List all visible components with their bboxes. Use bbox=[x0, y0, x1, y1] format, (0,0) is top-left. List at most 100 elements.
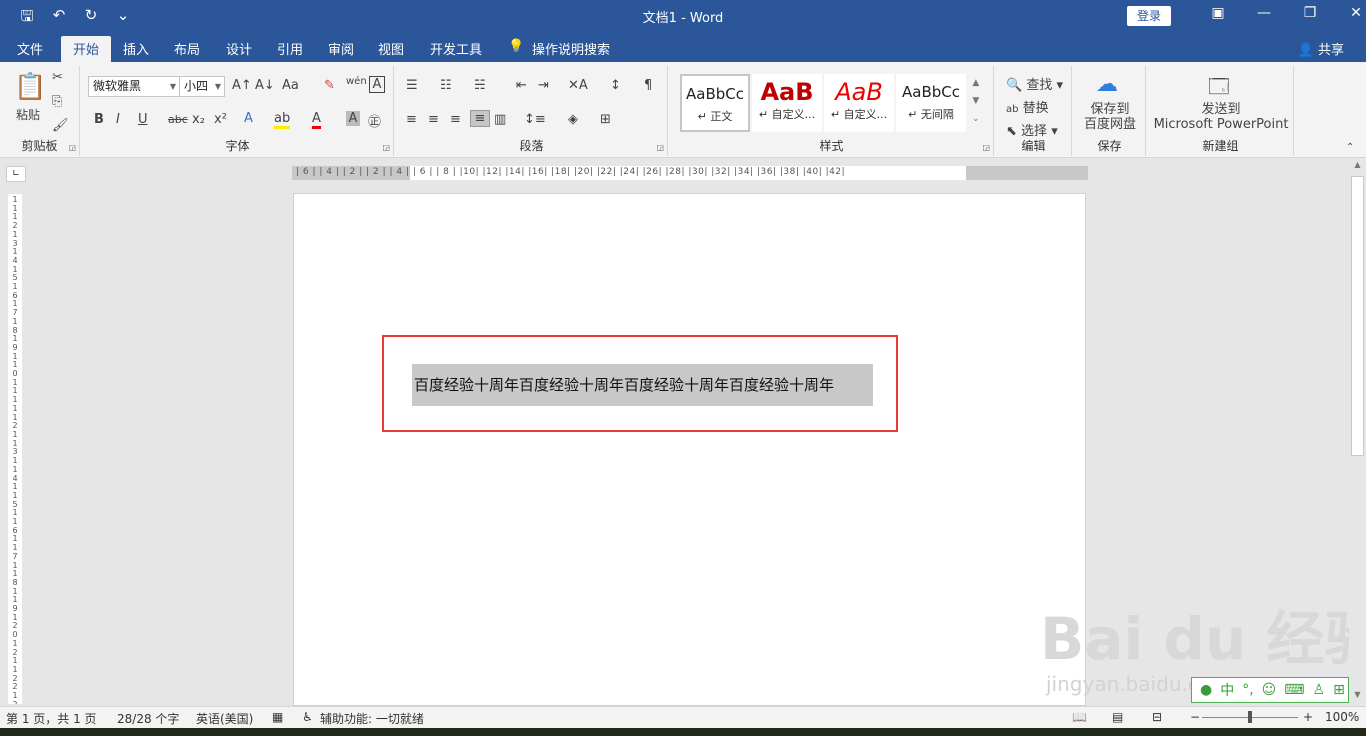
tab-view[interactable]: 视图 bbox=[378, 39, 404, 58]
tab-home[interactable]: 开始 bbox=[61, 36, 112, 62]
scroll-down-icon[interactable]: ▼ bbox=[1349, 690, 1366, 699]
horizontal-ruler[interactable]: | 6 | | 4 | | 2 | | 2 | | 4 | | 6 | | 8 … bbox=[292, 166, 1088, 180]
ime-punct-icon[interactable]: °, bbox=[1242, 682, 1253, 698]
close-icon[interactable]: ✕ bbox=[1333, 5, 1366, 21]
tab-file[interactable]: 文件 bbox=[17, 39, 43, 58]
borders-icon[interactable]: ⊞ bbox=[600, 112, 611, 127]
bullets-icon[interactable]: ☰ bbox=[406, 78, 418, 93]
zoom-out-icon[interactable]: − bbox=[1190, 710, 1200, 724]
paste-icon[interactable]: 📋 bbox=[14, 72, 46, 102]
increase-indent-icon[interactable]: ⇥ bbox=[538, 78, 549, 93]
find-button[interactable]: 🔍 查找 ▾ bbox=[1006, 74, 1063, 93]
status-accessibility[interactable]: 辅助功能: 一切就绪 bbox=[320, 710, 424, 727]
scroll-thumb[interactable] bbox=[1351, 176, 1364, 456]
grow-font-icon[interactable]: A↑ bbox=[232, 78, 252, 93]
status-page[interactable]: 第 1 页，共 1 页 bbox=[6, 710, 97, 727]
ime-smile-icon[interactable]: ☺ bbox=[1262, 682, 1277, 698]
phonetic-guide-icon[interactable]: wén bbox=[346, 76, 367, 87]
macro-record-icon[interactable]: ▦ bbox=[272, 710, 283, 724]
chinese-layout-icon[interactable]: ✕A bbox=[568, 78, 588, 93]
shading-icon[interactable]: ◈ bbox=[568, 112, 578, 127]
decrease-indent-icon[interactable]: ⇤ bbox=[516, 78, 527, 93]
dialog-launcher-icon[interactable]: ◲ bbox=[982, 143, 990, 152]
italic-icon[interactable]: I bbox=[116, 112, 120, 127]
subscript-icon[interactable]: x₂ bbox=[192, 112, 205, 127]
status-words[interactable]: 28/28 个字 bbox=[117, 710, 179, 727]
replace-button[interactable]: ab 替换 bbox=[1006, 97, 1049, 116]
maximize-icon[interactable]: ❐ bbox=[1287, 5, 1333, 21]
ime-user-icon[interactable]: ♙ bbox=[1313, 682, 1326, 698]
show-marks-icon[interactable]: ¶ bbox=[644, 78, 652, 93]
font-name-combo[interactable]: 微软雅黑 ▼ bbox=[88, 76, 180, 97]
tab-references[interactable]: 引用 bbox=[277, 39, 303, 58]
font-size-combo[interactable]: 小四 ▼ bbox=[179, 76, 225, 97]
paste-button[interactable]: 粘贴 bbox=[16, 106, 40, 123]
numbering-icon[interactable]: ☷ bbox=[440, 78, 452, 93]
justify-icon[interactable]: ≡ bbox=[470, 110, 490, 127]
document-page[interactable] bbox=[293, 193, 1086, 706]
read-mode-icon[interactable]: 📖 bbox=[1072, 710, 1087, 724]
style-normal[interactable]: AaBbCc ↵ 正文 bbox=[680, 74, 750, 132]
style-no-spacing[interactable]: AaBbCc ↵ 无间隔 bbox=[896, 74, 966, 132]
change-case-icon[interactable]: Aa bbox=[282, 78, 299, 93]
font-color-icon[interactable]: A bbox=[312, 111, 321, 129]
dialog-launcher-icon[interactable]: ◲ bbox=[656, 143, 664, 152]
web-layout-icon[interactable]: ⊟ bbox=[1152, 710, 1162, 724]
send-to-powerpoint-button[interactable]: 发送到 Microsoft PowerPoint bbox=[1148, 102, 1294, 132]
tab-developer[interactable]: 开发工具 bbox=[430, 39, 482, 58]
scroll-up-icon[interactable]: ▲ bbox=[1349, 160, 1366, 169]
print-layout-icon[interactable]: ▤ bbox=[1112, 710, 1123, 724]
character-shading-icon[interactable]: A bbox=[346, 111, 360, 126]
vertical-ruler[interactable]: 1 1 1 2 1 3 1 4 1 5 1 6 1 7 1 8 1 9 1 10… bbox=[8, 194, 22, 704]
multilevel-list-icon[interactable]: ☵ bbox=[474, 78, 486, 93]
underline-icon[interactable]: U bbox=[138, 112, 148, 127]
collapse-ribbon-icon[interactable]: ⌃ bbox=[1346, 142, 1354, 153]
align-right-icon[interactable]: ≡ bbox=[450, 112, 461, 127]
align-center-icon[interactable]: ≡ bbox=[428, 112, 439, 127]
text-effects-icon[interactable]: A bbox=[244, 111, 253, 126]
ime-toolbar[interactable]: ● 中 °, ☺ ⌨ ♙ ⊞ bbox=[1191, 677, 1349, 703]
line-spacing-icon[interactable]: ↕≡ bbox=[524, 112, 546, 127]
superscript-icon[interactable]: x² bbox=[214, 112, 227, 127]
ime-keyboard-icon[interactable]: ⌨ bbox=[1284, 682, 1304, 698]
ime-mode[interactable]: 中 bbox=[1220, 680, 1234, 700]
zoom-level[interactable]: 100% bbox=[1325, 710, 1359, 724]
dialog-launcher-icon[interactable]: ◲ bbox=[382, 143, 390, 152]
dialog-launcher-icon[interactable]: ◲ bbox=[68, 143, 76, 152]
style-custom-2[interactable]: AaB ↵ 自定义... bbox=[824, 74, 894, 132]
tab-insert[interactable]: 插入 bbox=[123, 39, 149, 58]
bold-icon[interactable]: B bbox=[94, 112, 104, 127]
share-button[interactable]: 👤 共享 bbox=[1298, 39, 1344, 58]
distributed-icon[interactable]: ▥ bbox=[494, 112, 506, 127]
clear-format-icon[interactable]: ✎ bbox=[324, 78, 335, 93]
tab-review[interactable]: 审阅 bbox=[328, 39, 354, 58]
sort-icon[interactable]: ↕ bbox=[610, 78, 621, 93]
status-language[interactable]: 英语(美国) bbox=[196, 710, 253, 727]
styles-scroll-icon[interactable]: ▲ ▼ ⌄ bbox=[972, 74, 980, 128]
vertical-scrollbar[interactable]: ▲ ▼ bbox=[1349, 158, 1366, 706]
tab-design[interactable]: 设计 bbox=[226, 39, 252, 58]
character-border-icon[interactable]: A bbox=[369, 76, 385, 93]
login-button[interactable]: 登录 bbox=[1127, 6, 1171, 26]
align-left-icon[interactable]: ≡ bbox=[406, 112, 417, 127]
tell-me-search[interactable]: 操作说明搜索 bbox=[532, 39, 610, 58]
restore-ribbon-icon[interactable]: ▣ bbox=[1195, 5, 1241, 21]
ime-grid-icon[interactable]: ⊞ bbox=[1333, 682, 1345, 698]
minimize-icon[interactable]: — bbox=[1241, 5, 1287, 21]
format-painter-icon[interactable]: 🖌 bbox=[52, 118, 69, 133]
save-to-baidu-button[interactable]: 保存到 百度网盘 bbox=[1074, 102, 1146, 132]
strikethrough-icon[interactable]: abc bbox=[168, 113, 188, 126]
zoom-slider-thumb[interactable] bbox=[1248, 711, 1252, 723]
zoom-in-icon[interactable]: + bbox=[1303, 710, 1313, 724]
style-custom-1[interactable]: AaB ↵ 自定义... bbox=[752, 74, 822, 132]
highlight-icon[interactable]: ab bbox=[274, 111, 291, 129]
copy-icon[interactable]: ⎘ bbox=[52, 94, 62, 109]
group-label-styles: 样式 bbox=[819, 139, 844, 153]
baidu-cloud-icon[interactable]: ☁ bbox=[1096, 72, 1118, 97]
shrink-font-icon[interactable]: A↓ bbox=[255, 78, 275, 93]
tab-layout[interactable]: 布局 bbox=[174, 39, 200, 58]
cut-icon[interactable]: ✂ bbox=[52, 70, 63, 85]
send-to-powerpoint-icon[interactable]: 🗔 bbox=[1208, 72, 1230, 106]
tab-selector[interactable]: ∟ bbox=[6, 166, 26, 182]
enclose-character-icon[interactable]: ㊣ bbox=[368, 111, 381, 130]
